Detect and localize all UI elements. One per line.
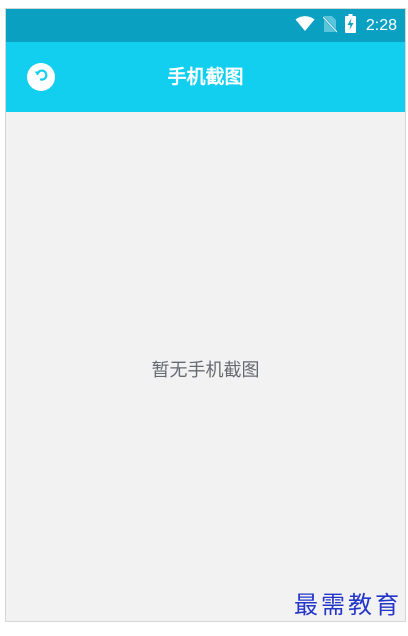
- screenshot-list-area: 暂无手机截图: [6, 112, 405, 621]
- status-time: 2:28: [365, 16, 397, 34]
- watermark-text: 最需教育: [294, 591, 402, 619]
- status-icons: 2:28: [295, 9, 397, 42]
- back-button[interactable]: [27, 63, 55, 91]
- empty-state-message: 暂无手机截图: [151, 360, 260, 381]
- page-title: 手机截图: [167, 66, 244, 88]
- status-bar: 2:28: [6, 9, 405, 42]
- no-sim-icon: [322, 15, 338, 37]
- app-bar: 手机截图: [6, 42, 405, 112]
- back-arrow-icon: [32, 66, 50, 88]
- wifi-icon: [295, 15, 315, 36]
- phone-screen: 2:28 手机截图 暂无手机截图: [5, 8, 406, 622]
- battery-charging-icon: [344, 14, 356, 37]
